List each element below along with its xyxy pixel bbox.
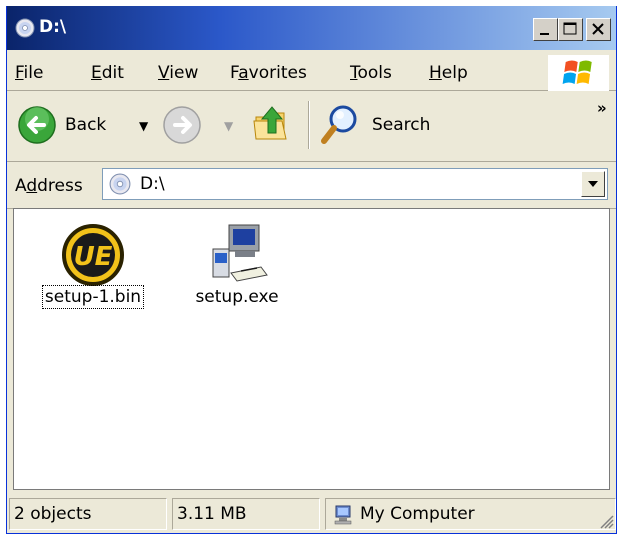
menu-file-mnemonic: F: [15, 63, 24, 83]
search-label: Search: [372, 115, 431, 135]
menu-tools-mnemonic: T: [350, 63, 358, 83]
status-bar: 2 objects 3.11 MB My Computer: [7, 496, 616, 533]
minimize-button[interactable]: [533, 18, 558, 41]
menu-view-mnemonic: V: [158, 63, 170, 83]
search-button[interactable]: Search: [317, 101, 442, 149]
window-title: D:\: [39, 17, 67, 37]
address-input[interactable]: D:\: [102, 168, 608, 200]
up-folder-icon: [253, 106, 287, 140]
cd-drive-icon: [15, 18, 35, 38]
menu-file[interactable]: File: [15, 63, 43, 83]
back-label: Back: [65, 115, 107, 135]
status-object-count-text: 2 objects: [14, 504, 92, 524]
cd-drive-icon: [109, 173, 131, 195]
address-value: D:\: [140, 174, 165, 194]
menu-edit[interactable]: Edit: [91, 63, 124, 83]
menu-favorites-mnemonic: a: [238, 63, 249, 83]
menu-favorites-label: vorites: [248, 63, 307, 83]
chevron-down-icon: [588, 181, 598, 187]
maximize-button[interactable]: [558, 18, 583, 41]
maximize-icon: [563, 22, 577, 35]
minimize-icon: [540, 33, 549, 35]
back-arrow-icon: [18, 106, 56, 144]
explorer-window: D:\ File Edit View Favorites Tools Help: [6, 6, 617, 534]
menu-bar: File Edit View Favorites Tools Help: [7, 52, 616, 91]
file-name: setup-1.bin: [41, 285, 145, 309]
file-list-pane[interactable]: UE setup-1.bin setup.exe: [13, 208, 610, 490]
menu-favorites-pre: F: [230, 63, 239, 83]
menu-help-mnemonic: H: [429, 63, 442, 83]
menu-view-label: iew: [169, 63, 199, 83]
windows-throbber: [548, 55, 609, 91]
file-item-setup-1-bin[interactable]: UE setup-1.bin: [34, 223, 152, 309]
resize-grip-icon[interactable]: [597, 512, 615, 530]
close-button[interactable]: [586, 18, 611, 41]
forward-dropdown-arrow-icon[interactable]: ▼: [224, 119, 233, 133]
close-icon: [592, 23, 604, 35]
address-bar: Address D:\: [7, 162, 616, 209]
address-dropdown-button[interactable]: [581, 171, 605, 197]
menu-favorites[interactable]: Favorites: [230, 63, 307, 83]
forward-arrow-icon: [163, 106, 201, 144]
status-zone: My Computer: [325, 498, 616, 530]
file-name: setup.exe: [195, 287, 279, 307]
menu-help-label: elp: [441, 63, 468, 83]
menu-tools-label: ools: [357, 63, 392, 83]
ultraedit-icon: UE: [62, 224, 124, 286]
menu-edit-label: dit: [101, 63, 124, 83]
menu-file-label: ile: [23, 63, 44, 83]
toolbar-more-chevron-icon[interactable]: »: [597, 99, 607, 117]
up-folder-button[interactable]: [250, 103, 300, 151]
menu-help[interactable]: Help: [429, 63, 468, 83]
installer-computer-icon: [212, 224, 268, 282]
file-item-setup-exe[interactable]: setup.exe: [177, 221, 297, 307]
standard-toolbar: Back ▼ ▼ Search »: [7, 91, 616, 162]
status-size: 3.11 MB: [172, 498, 320, 530]
status-size-text: 3.11 MB: [177, 504, 247, 524]
windows-flag-icon: [562, 60, 592, 84]
menu-tools[interactable]: Tools: [350, 63, 392, 83]
status-object-count: 2 objects: [9, 498, 167, 530]
status-zone-text: My Computer: [360, 504, 475, 524]
title-bar[interactable]: D:\: [7, 6, 616, 50]
toolbar-separator: [308, 101, 310, 149]
svg-text:UE: UE: [74, 242, 113, 272]
menu-edit-mnemonic: E: [91, 63, 102, 83]
back-button[interactable]: Back ▼: [13, 101, 158, 149]
menu-view[interactable]: View: [158, 63, 198, 83]
forward-button[interactable]: ▼: [162, 101, 237, 149]
search-icon: [321, 105, 357, 144]
my-computer-icon: [334, 505, 352, 525]
back-dropdown-arrow-icon[interactable]: ▼: [139, 119, 148, 133]
address-label: Address: [15, 176, 83, 196]
